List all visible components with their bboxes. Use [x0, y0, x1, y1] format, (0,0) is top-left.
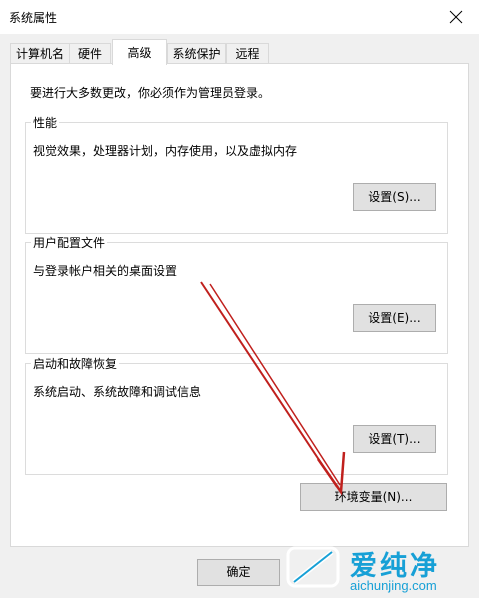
- watermark-logo-icon: [286, 546, 340, 588]
- performance-settings-button[interactable]: 设置(S)...: [353, 183, 436, 211]
- group-performance: 性能 视觉效果，处理器计划，内存使用，以及虚拟内存 设置(S)...: [25, 114, 448, 234]
- group-user-profiles: 用户配置文件 与登录帐户相关的桌面设置 设置(E)...: [25, 234, 448, 354]
- tab-hardware[interactable]: 硬件: [69, 43, 111, 63]
- group-startup-recovery: 启动和故障恢复 系统启动、系统故障和调试信息 设置(T)...: [25, 355, 448, 475]
- user-profiles-settings-button[interactable]: 设置(E)...: [353, 304, 436, 332]
- tab-panel-advanced: 要进行大多数更改，你必须作为管理员登录。 性能 视觉效果，处理器计划，内存使用，…: [10, 63, 469, 547]
- group-title-user-profiles: 用户配置文件: [31, 234, 108, 251]
- close-button[interactable]: [433, 0, 479, 34]
- group-desc-startup-recovery: 系统启动、系统故障和调试信息: [33, 385, 202, 399]
- group-title-startup-recovery: 启动和故障恢复: [31, 355, 120, 372]
- watermark-domain: aichunjing.com: [350, 578, 437, 593]
- ok-button[interactable]: 确定: [197, 559, 280, 586]
- tab-advanced[interactable]: 高级: [112, 39, 167, 65]
- tab-system-protection[interactable]: 系统保护: [167, 43, 226, 63]
- title-bar: 系统属性: [0, 0, 479, 34]
- tab-remote[interactable]: 远程: [226, 43, 269, 63]
- window-title: 系统属性: [9, 11, 58, 25]
- group-title-performance: 性能: [31, 114, 60, 131]
- admin-note: 要进行大多数更改，你必须作为管理员登录。: [30, 86, 271, 100]
- tab-computer-name[interactable]: 计算机名: [10, 43, 70, 63]
- group-desc-performance: 视觉效果，处理器计划，内存使用，以及虚拟内存: [33, 144, 298, 158]
- watermark: 爱纯净 aichunjing.com: [278, 540, 479, 598]
- startup-recovery-settings-button[interactable]: 设置(T)...: [353, 425, 436, 453]
- group-desc-user-profiles: 与登录帐户相关的桌面设置: [33, 264, 178, 278]
- close-icon: [449, 10, 463, 24]
- tab-strip: 计算机名 硬件 高级 系统保护 远程: [0, 34, 479, 65]
- environment-variables-button[interactable]: 环境变量(N)...: [300, 483, 447, 511]
